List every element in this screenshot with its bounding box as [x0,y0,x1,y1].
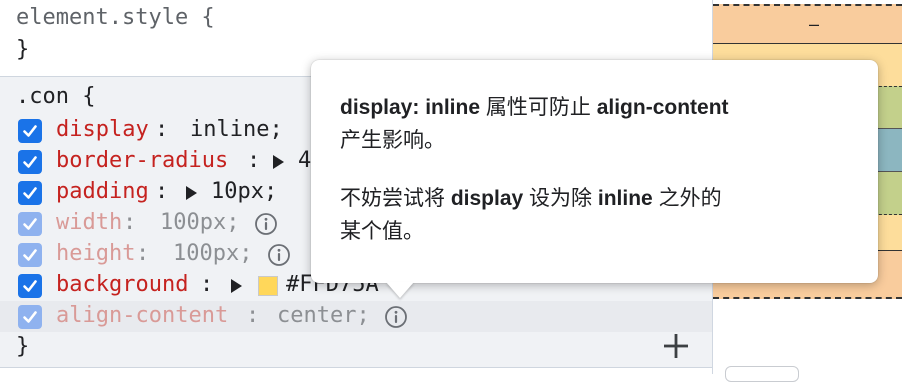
property-value[interactable]: 10px; [211,178,277,206]
property-name[interactable]: background [56,271,188,299]
tooltip-paragraph-1: display: inline 属性可防止 align-content 产生影响。 [340,91,860,157]
property-checkbox[interactable] [18,212,42,236]
tooltip-text: 不妨尝试将 [340,187,451,210]
property-value[interactable]: inline; [190,116,283,144]
property-colon: : [200,272,214,297]
rule-close-brace: } [16,334,30,359]
property-colon: : [136,241,150,266]
triangle-right-icon[interactable] [186,186,197,200]
info-tooltip: display: inline 属性可防止 align-content 产生影响。… [311,60,878,283]
tooltip-text: 设为除 [523,187,598,210]
property-checkbox[interactable] [18,119,42,143]
info-icon[interactable] [384,305,408,329]
tooltip-bold-text: display: inline [340,96,481,119]
checkmark-icon [23,156,37,168]
checkmark-icon [23,280,37,292]
property-colon: : [246,303,260,328]
info-icon[interactable] [267,243,291,267]
property-name[interactable]: display [56,116,149,144]
property-name[interactable]: width [56,209,122,237]
property-value[interactable]: center; [277,302,370,330]
checkmark-icon [23,218,37,230]
property-checkbox[interactable] [18,243,42,267]
property-checkbox[interactable] [18,181,42,205]
rule-selector[interactable]: .con { [16,83,95,111]
checkmark-icon [23,125,37,137]
tooltip-text: 产生影响。 [340,129,445,152]
tooltip-text: 某个值。 [340,220,424,243]
property-colon: : [247,148,261,173]
property-colon: : [123,210,137,235]
property-checkbox[interactable] [18,150,42,174]
property-checkbox[interactable] [18,274,42,298]
plus-icon[interactable] [660,330,692,362]
tooltip-text: 之外的 [652,187,722,210]
info-icon[interactable] [254,212,278,236]
element-style-selector[interactable]: element.style { [16,4,215,32]
triangle-right-icon[interactable] [273,155,284,169]
property-row-align-content: align-content : center; [0,301,712,332]
property-colon: : [155,117,169,142]
property-value[interactable]: 100px; [173,240,252,268]
property-value[interactable]: 4 [298,147,311,175]
property-name[interactable]: padding [56,178,149,206]
tooltip-bold-text: inline [597,187,653,210]
triangle-right-icon[interactable] [231,279,242,293]
property-checkbox[interactable] [18,305,42,329]
property-colon: : [155,179,169,204]
tooltip-text: 属性可防止 [480,96,597,119]
checkmark-icon [23,249,37,261]
property-name[interactable]: border-radius [56,147,228,175]
property-value[interactable]: 100px; [160,209,239,237]
tooltip-arrow [386,282,414,298]
tooltip-bold-text: align-content [596,96,729,119]
margin-value[interactable]: – [809,14,819,35]
property-name[interactable]: height [56,240,135,268]
checkmark-icon [23,187,37,199]
tooltip-paragraph-2: 不妨尝试将 display 设为除 inline 之外的某个值。 [340,182,860,248]
tooltip-bold-text: display [450,187,524,210]
property-name[interactable]: align-content [56,302,228,330]
color-swatch[interactable] [258,276,278,296]
boxmodel-control[interactable] [725,366,799,382]
element-style-close-brace: } [16,37,30,62]
divider [0,367,712,368]
checkmark-icon [23,311,37,323]
